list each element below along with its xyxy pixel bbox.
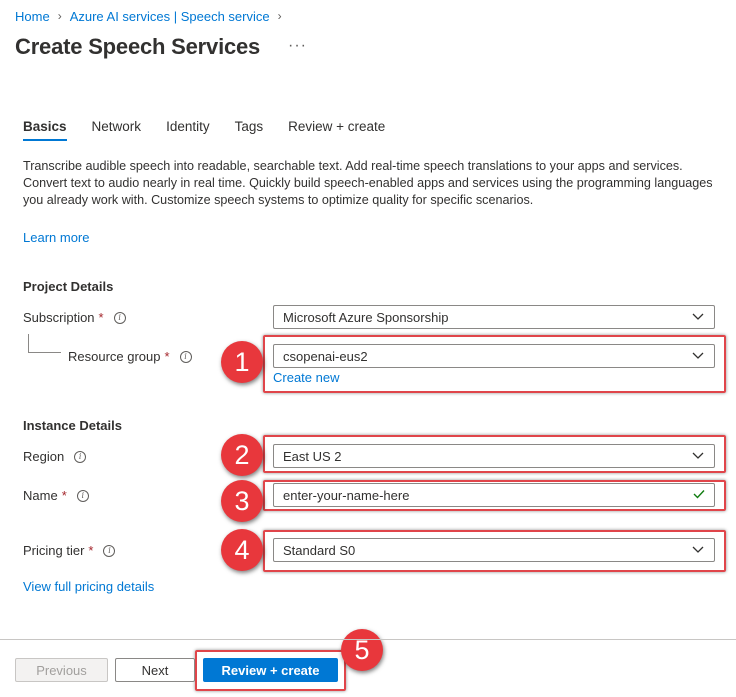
footer-divider: [0, 639, 736, 640]
tab-tags[interactable]: Tags: [235, 119, 264, 141]
highlight-box-pricing-tier: [263, 530, 726, 572]
tab-review-create[interactable]: Review + create: [288, 119, 385, 141]
subscription-label-text: Subscription: [23, 310, 95, 325]
subscription-value: Microsoft Azure Sponsorship: [283, 309, 449, 325]
review-create-button[interactable]: Review + create: [203, 658, 338, 682]
required-marker: *: [61, 488, 67, 503]
chevron-right-icon: ›: [57, 9, 62, 23]
callout-badge-5: 5: [341, 629, 383, 671]
pricing-tier-label: Pricing tier * i: [23, 543, 116, 558]
tab-identity[interactable]: Identity: [166, 119, 210, 141]
project-details-heading: Project Details: [23, 279, 114, 294]
learn-more-link[interactable]: Learn more: [23, 230, 89, 245]
instance-details-heading: Instance Details: [23, 418, 122, 433]
chevron-down-icon: [692, 313, 704, 320]
callout-badge-1: 1: [221, 341, 263, 383]
required-marker: *: [88, 543, 94, 558]
next-button[interactable]: Next: [115, 658, 195, 682]
region-label-text: Region: [23, 449, 65, 464]
previous-button[interactable]: Previous: [15, 658, 108, 682]
tab-bar: Basics Network Identity Tags Review + cr…: [23, 119, 410, 141]
callout-badge-4: 4: [221, 529, 263, 571]
name-label-text: Name: [23, 488, 58, 503]
info-icon[interactable]: i: [74, 450, 87, 463]
tree-connector: [28, 334, 29, 352]
page-title: Create Speech Services: [15, 34, 261, 59]
more-options-icon[interactable]: ···: [288, 37, 307, 55]
info-icon[interactable]: i: [103, 544, 116, 557]
subscription-select[interactable]: Microsoft Azure Sponsorship: [273, 305, 715, 329]
breadcrumb: Home › Azure AI services | Speech servic…: [15, 7, 290, 25]
highlight-box-name: [263, 480, 726, 511]
tab-network[interactable]: Network: [92, 119, 142, 141]
name-label: Name * i: [23, 488, 89, 503]
info-icon[interactable]: i: [179, 350, 192, 363]
chevron-right-icon: ›: [277, 9, 282, 23]
required-marker: *: [164, 349, 170, 364]
service-description: Transcribe audible speech into readable,…: [23, 159, 713, 207]
info-icon[interactable]: i: [76, 489, 89, 502]
breadcrumb-home[interactable]: Home: [15, 9, 50, 24]
tab-basics[interactable]: Basics: [23, 119, 67, 141]
resource-group-label-text: Resource group: [68, 349, 161, 364]
breadcrumb-speech-service[interactable]: Azure AI services | Speech service: [70, 9, 270, 24]
subscription-label: Subscription * i: [23, 310, 126, 325]
region-label: Region i: [23, 449, 87, 464]
callout-badge-3: 3: [221, 480, 263, 522]
resource-group-label: Resource group * i: [68, 349, 192, 364]
callout-badge-2: 2: [221, 434, 263, 476]
required-marker: *: [98, 310, 104, 325]
tree-connector: [28, 352, 61, 353]
pricing-tier-label-text: Pricing tier: [23, 543, 85, 558]
info-icon[interactable]: i: [113, 311, 126, 324]
highlight-box-region: [263, 435, 726, 473]
highlight-box-resource-group: [263, 335, 726, 393]
view-pricing-details-link[interactable]: View full pricing details: [23, 579, 154, 594]
